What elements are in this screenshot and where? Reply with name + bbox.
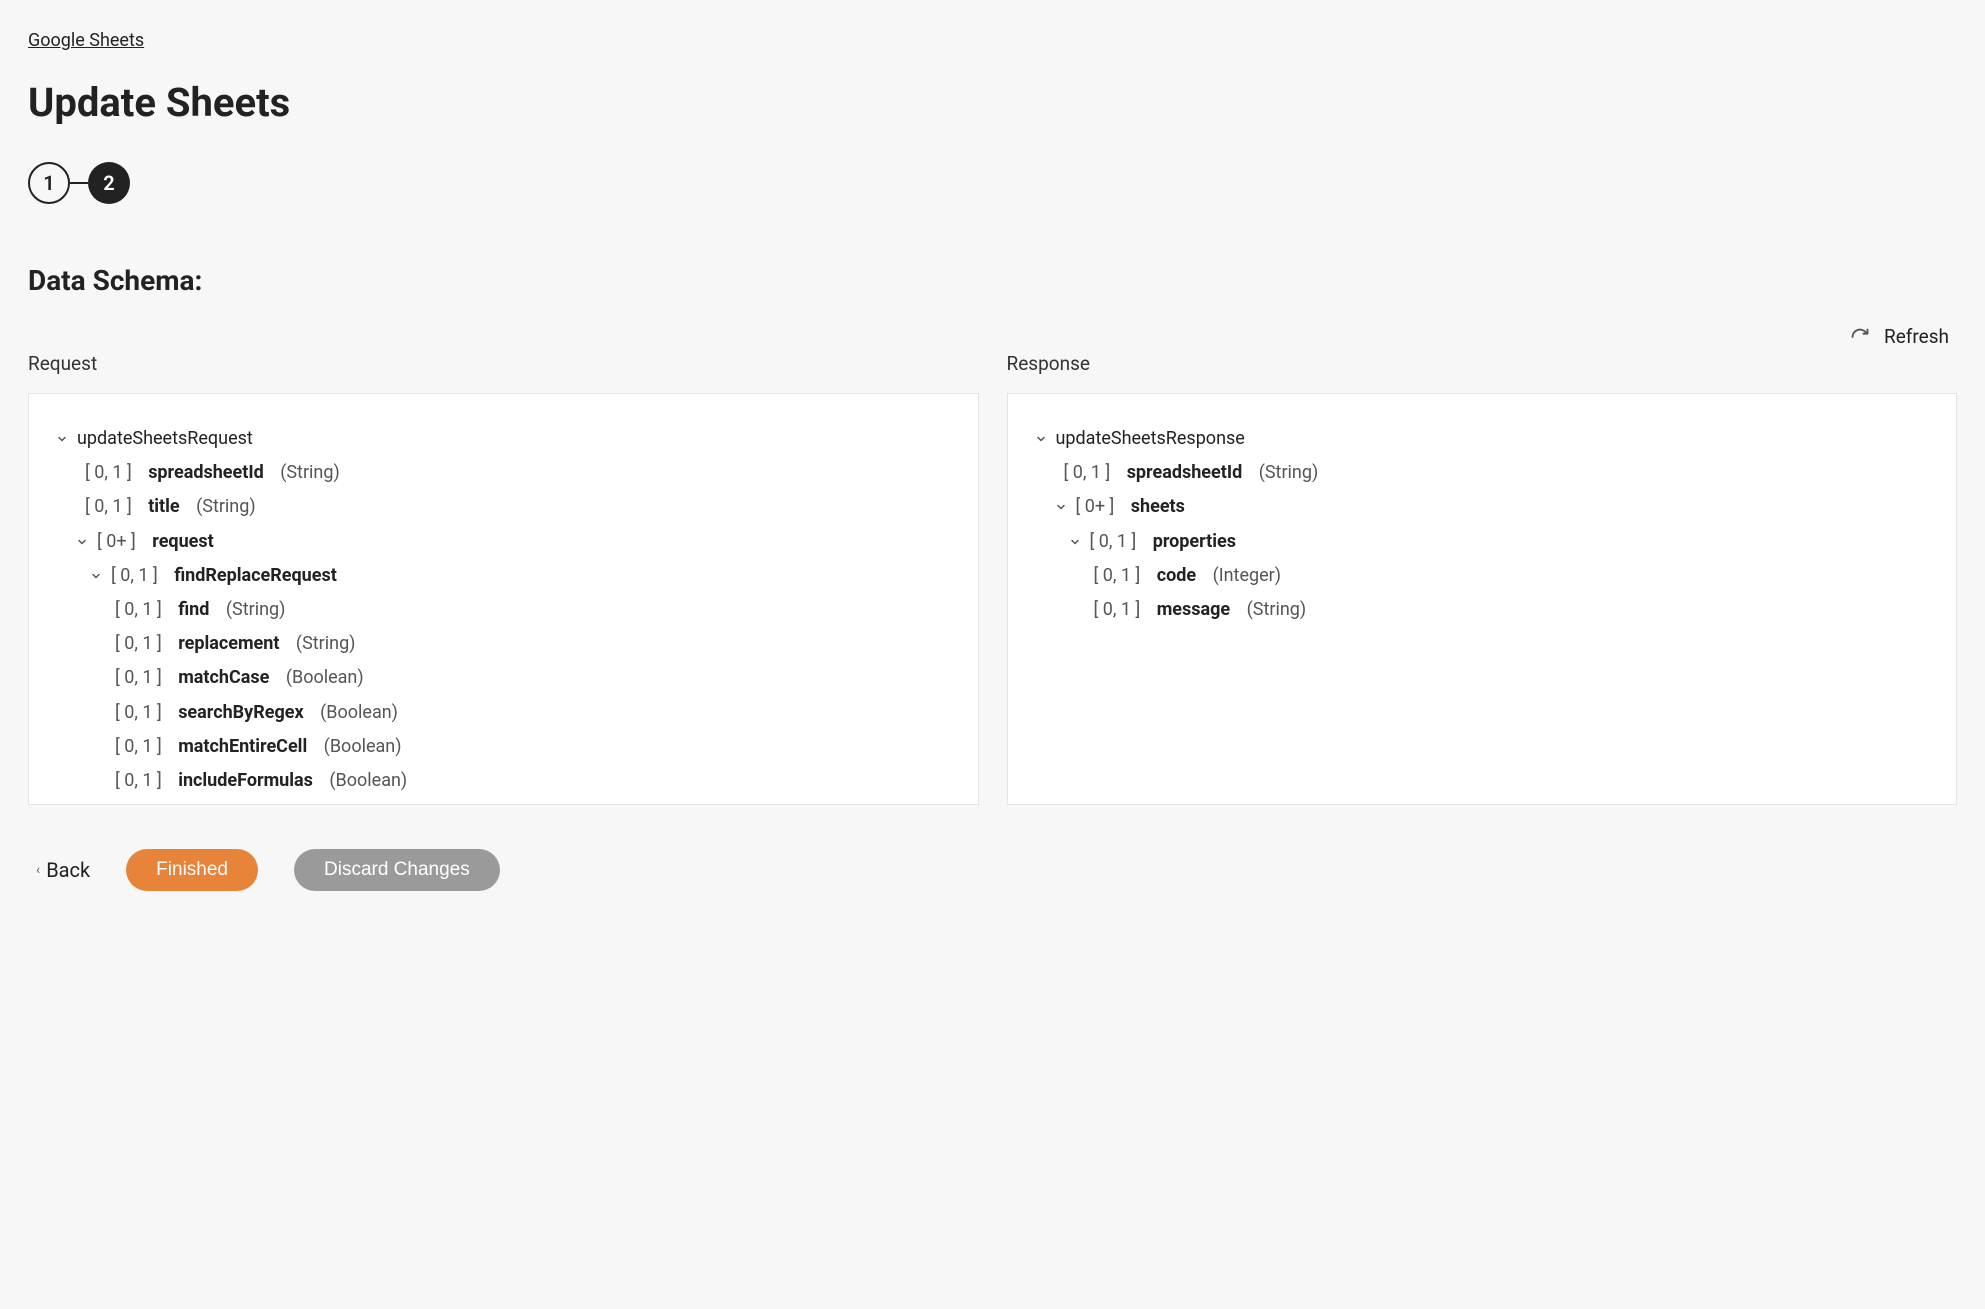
tree-node-leaf[interactable]: [ 0, 1 ] message (String) <box>1032 593 1933 627</box>
field-type: (Boolean) <box>329 764 407 798</box>
tree-node-branch[interactable]: [ 0+ ] request <box>53 525 954 559</box>
tree-node-root[interactable]: updateSheetsRequest <box>53 422 954 456</box>
tree-node-leaf[interactable]: [ 0, 1 ] spreadsheetId (String) <box>1032 456 1933 490</box>
cardinality: [ 0, 1 ] <box>111 559 158 593</box>
tree-node-leaf[interactable]: [ 0, 1 ] matchEntireCell (Boolean) <box>53 730 954 764</box>
field-type: (String) <box>296 627 356 661</box>
response-panel: updateSheetsResponse [ 0, 1 ] spreadshee… <box>1007 393 1958 805</box>
chevron-down-icon <box>53 433 71 445</box>
tree-node-leaf[interactable]: [ 0, 1 ] includeFormulas (Boolean) <box>53 764 954 798</box>
tree-node-label: updateSheetsResponse <box>1056 422 1245 456</box>
step-1[interactable]: 1 <box>28 162 70 204</box>
chevron-down-icon <box>1032 433 1050 445</box>
field-type: (String) <box>196 490 256 524</box>
chevron-left-icon: ‹ <box>36 862 40 878</box>
field-type: (String) <box>226 593 286 627</box>
breadcrumb-link[interactable]: Google Sheets <box>28 30 144 51</box>
field-name: findReplaceRequest <box>174 559 337 593</box>
page-title: Update Sheets <box>28 79 1957 126</box>
field-name: message <box>1157 593 1230 627</box>
tree-node-leaf[interactable]: [ 0, 1 ] matchCase (Boolean) <box>53 661 954 695</box>
cardinality: [ 0, 1 ] <box>1064 456 1111 490</box>
cardinality: [ 0, 1 ] <box>1094 559 1141 593</box>
cardinality: [ 0, 1 ] <box>1094 593 1141 627</box>
field-name: matchCase <box>178 661 269 695</box>
field-type: (Boolean) <box>320 696 398 730</box>
response-column: Response updateSheetsResponse [ 0, 1 ] s… <box>1007 352 1958 805</box>
cardinality: [ 0, 1 ] <box>85 490 132 524</box>
tree-node-leaf[interactable]: [ 0, 1 ] title (String) <box>53 490 954 524</box>
refresh-icon <box>1850 327 1870 347</box>
field-name: request <box>152 525 213 559</box>
stepper: 1 2 <box>28 162 1957 204</box>
chevron-down-icon <box>87 570 105 582</box>
refresh-label: Refresh <box>1884 325 1949 348</box>
field-type: (String) <box>280 456 340 490</box>
field-name: code <box>1157 559 1196 593</box>
field-name: spreadsheetId <box>1127 456 1243 490</box>
tree-node-leaf[interactable]: [ 0, 1 ] replacement (String) <box>53 627 954 661</box>
cardinality: [ 0, 1 ] <box>115 764 162 798</box>
chevron-down-icon <box>1052 501 1070 513</box>
field-name: unionFields <box>188 798 282 805</box>
tree-node-leaf[interactable]: [ 0, 1 ] find (String) <box>53 593 954 627</box>
field-type: (String) <box>1247 593 1307 627</box>
cardinality: [ 0, 1 ] <box>1090 525 1137 559</box>
tree-node-branch[interactable]: [ 0, 1 ] findReplaceRequest <box>53 559 954 593</box>
cardinality: [ 0, 1 ] <box>115 730 162 764</box>
field-name: searchByRegex <box>178 696 303 730</box>
step-2[interactable]: 2 <box>88 162 130 204</box>
tree-node-branch[interactable]: [ 0, 1 ] properties <box>1032 525 1933 559</box>
field-name: spreadsheetId <box>148 456 264 490</box>
field-type: (String) <box>1259 456 1319 490</box>
cardinality: [ 0, 1 ] <box>85 456 132 490</box>
discard-changes-button[interactable]: Discard Changes <box>294 849 500 891</box>
chevron-down-icon <box>73 536 91 548</box>
cardinality: [ 0, 1 ] <box>115 661 162 695</box>
request-column: Request updateSheetsRequest [ 0, 1 ] spr… <box>28 352 979 805</box>
tree-node-leaf[interactable]: [ 0, 1 ] searchByRegex (Boolean) <box>53 696 954 730</box>
tree-node-leaf[interactable]: [ 0, 1 ] code (Integer) <box>1032 559 1933 593</box>
field-type: (Boolean) <box>324 730 402 764</box>
cardinality: [ 0+ ] <box>97 525 136 559</box>
field-name: sheets <box>1131 490 1185 524</box>
back-label: Back <box>46 858 90 882</box>
field-name: find <box>178 593 209 627</box>
tree-node-root[interactable]: updateSheetsResponse <box>1032 422 1933 456</box>
section-title: Data Schema: <box>28 264 1957 297</box>
field-type: (Boolean) <box>286 661 364 695</box>
cardinality: [ 0, 1 ] <box>115 696 162 730</box>
response-label: Response <box>1007 352 1958 375</box>
field-name: title <box>148 490 179 524</box>
field-name: includeFormulas <box>178 764 313 798</box>
request-panel: updateSheetsRequest [ 0, 1 ] spreadsheet… <box>28 393 979 805</box>
tree-node-label: updateSheetsRequest <box>77 422 253 456</box>
tree-node-leaf[interactable]: [ 0, 1 ] spreadsheetId (String) <box>53 456 954 490</box>
chevron-down-icon <box>1066 536 1084 548</box>
cardinality: [ 0, 1 ] <box>115 593 162 627</box>
refresh-button[interactable]: Refresh <box>28 325 1957 348</box>
step-connector <box>70 182 88 184</box>
tree-node-branch[interactable]: [ 0, 1 ] unionFields <box>53 798 954 805</box>
back-button[interactable]: ‹ Back <box>36 858 90 882</box>
field-name: properties <box>1153 525 1236 559</box>
field-type: (Integer) <box>1213 559 1281 593</box>
finished-button[interactable]: Finished <box>126 849 258 891</box>
cardinality: [ 0, 1 ] <box>115 627 162 661</box>
tree-node-branch[interactable]: [ 0+ ] sheets <box>1032 490 1933 524</box>
field-name: replacement <box>178 627 279 661</box>
cardinality: [ 0, 1 ] <box>125 798 172 805</box>
field-name: matchEntireCell <box>178 730 307 764</box>
request-label: Request <box>28 352 979 375</box>
cardinality: [ 0+ ] <box>1076 490 1115 524</box>
